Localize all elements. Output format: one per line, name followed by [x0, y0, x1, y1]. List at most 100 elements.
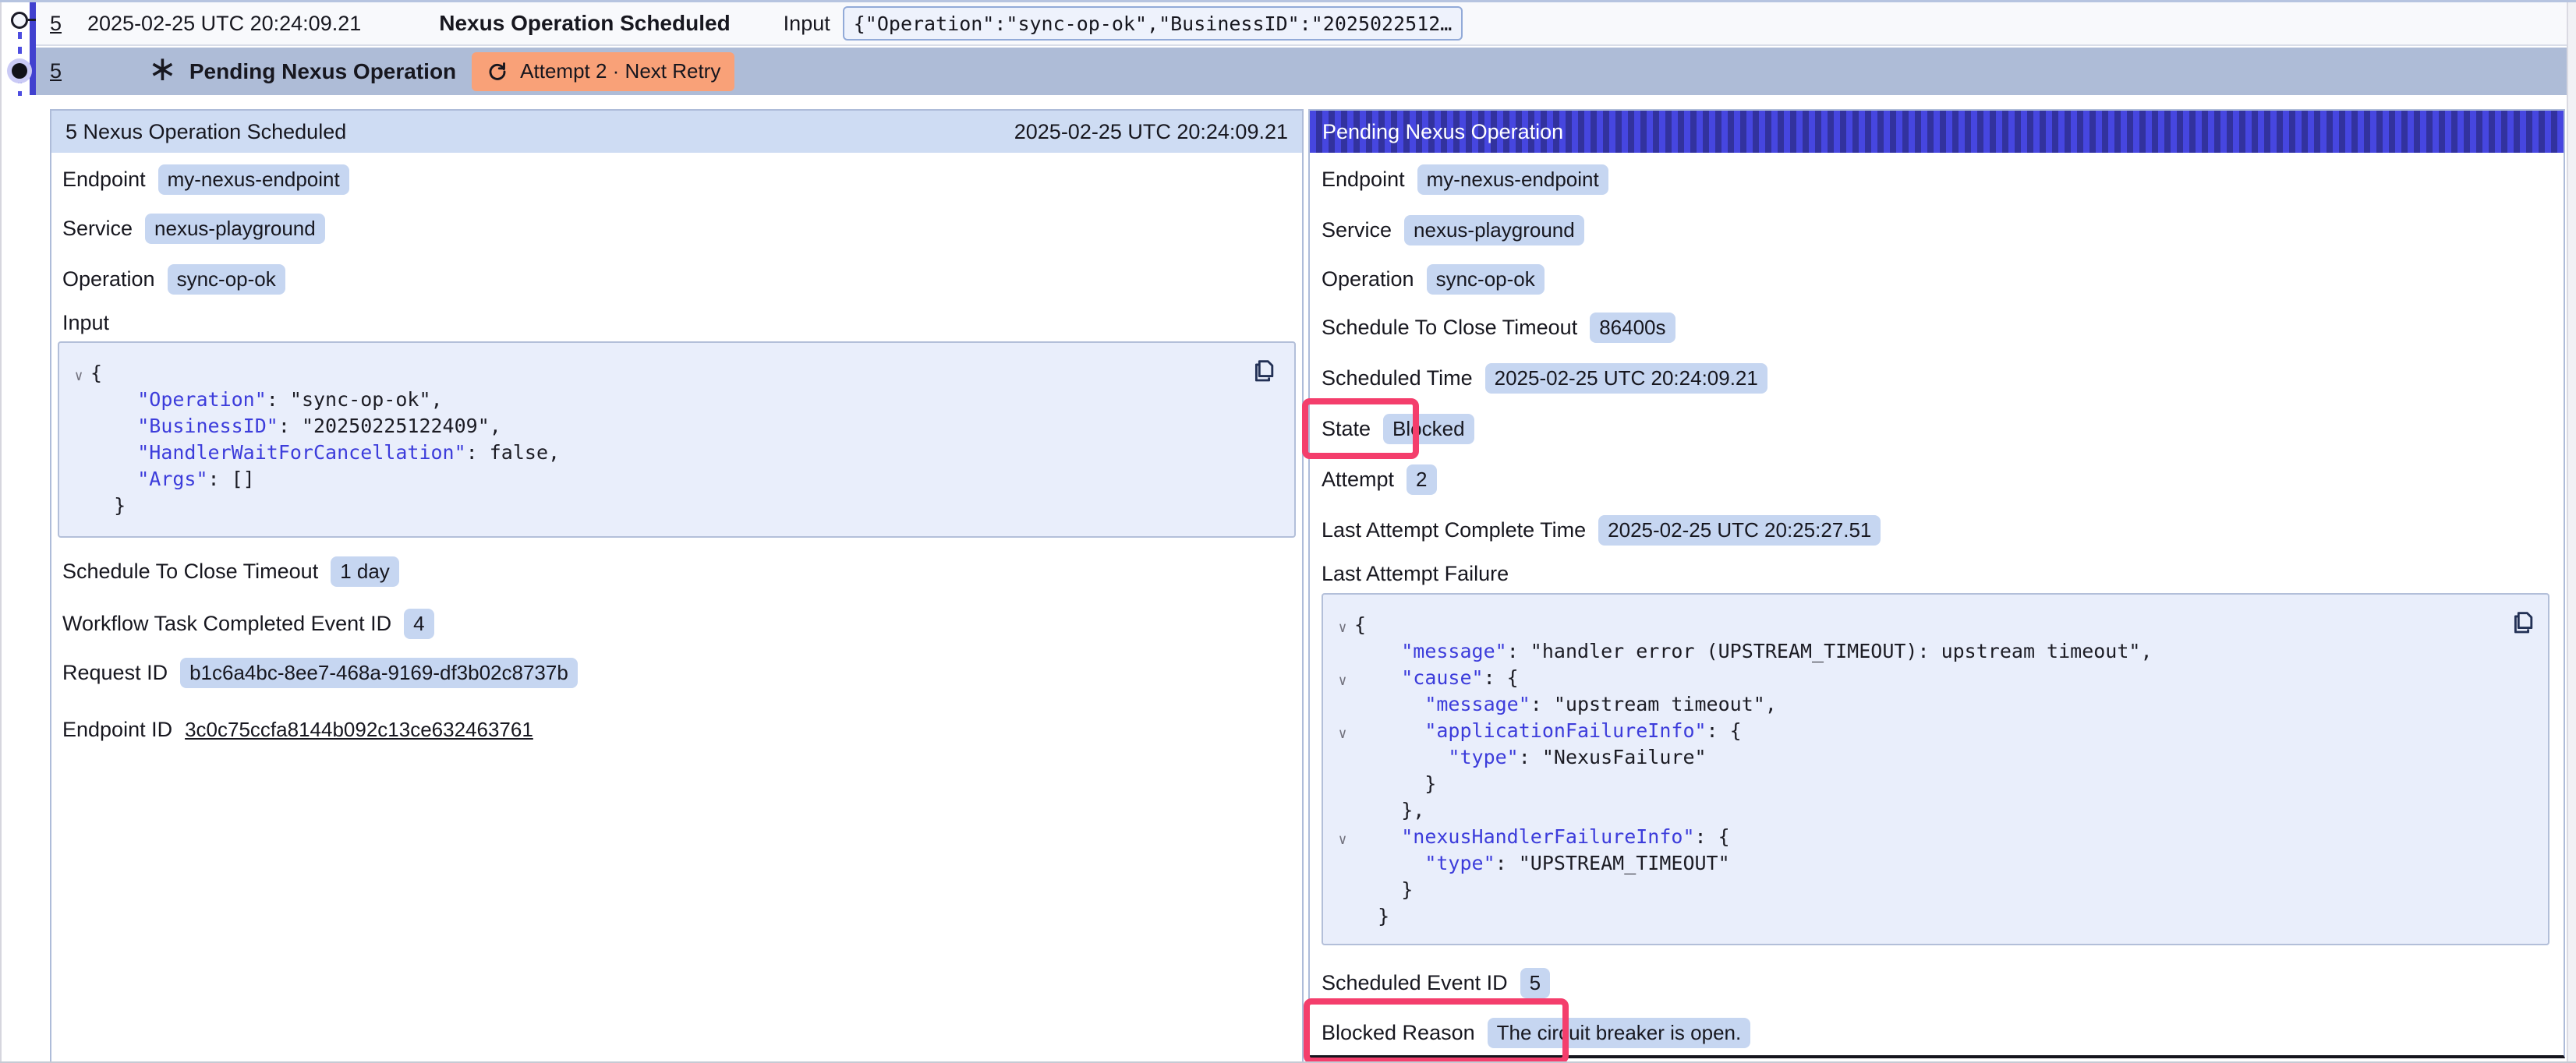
field-endpoint: Endpoint my-nexus-endpoint: [1322, 161, 1608, 197]
scrollbar-gutter[interactable]: [2567, 2, 2576, 1063]
code-text: }: [90, 493, 126, 519]
code-text: "type": "UPSTREAM_TIMEOUT": [1354, 850, 1730, 877]
pending-operation-title: Pending Nexus Operation: [1322, 120, 1563, 144]
field-endpoint: Endpoint my-nexus-endpoint: [62, 161, 349, 197]
field-label: Endpoint: [62, 168, 146, 192]
field-service: Service nexus-playground: [1322, 212, 1584, 248]
endpoint-id-link[interactable]: 3c0c75ccfa8144b092c13ce632463761: [185, 718, 533, 742]
code-line: "type": "UPSTREAM_TIMEOUT": [1331, 850, 2539, 877]
field-value-chip: 4: [404, 609, 433, 639]
field-value-chip: 5: [1520, 968, 1550, 998]
code-line: }: [1331, 903, 2539, 930]
code-gutter: [67, 443, 90, 469]
code-gutter: [67, 496, 90, 522]
code-line: "BusinessID": "20250225122409",: [67, 413, 1285, 440]
code-gutter: [67, 390, 90, 416]
field-label: Service: [1322, 218, 1392, 242]
field-label: Workflow Task Completed Event ID: [62, 612, 391, 636]
code-text: "BusinessID": "20250225122409",: [90, 413, 501, 440]
failure-json-viewer: ∨{ "message": "handler error (UPSTREAM_T…: [1322, 593, 2549, 945]
code-line: "type": "NexusFailure": [1331, 744, 2539, 771]
field-operation: Operation sync-op-ok: [62, 261, 285, 297]
event-title: Pending Nexus Operation: [189, 59, 456, 84]
event-id-link[interactable]: 5: [50, 59, 86, 83]
event-row-pending-nexus-operation[interactable]: 5 ∗ Pending Nexus Operation Attempt 2 · …: [36, 48, 2567, 95]
collapse-chevron-icon[interactable]: ∨: [1331, 827, 1354, 853]
code-gutter: [1331, 880, 1354, 906]
field-label: Schedule To Close Timeout: [62, 560, 318, 584]
code-line: "message": "upstream timeout",: [1331, 691, 2539, 718]
code-text: "applicationFailureInfo": {: [1354, 718, 1742, 744]
field-endpoint-id: Endpoint ID 3c0c75ccfa8144b092c13ce63246…: [62, 712, 533, 747]
code-text: "message": "upstream timeout",: [1354, 691, 1777, 718]
field-scheduled-time: Scheduled Time 2025-02-25 UTC 20:24:09.2…: [1322, 360, 1767, 396]
code-gutter: [67, 469, 90, 496]
retry-badge: Attempt 2 · Next Retry: [472, 52, 734, 91]
timeline-open-dot-icon: [11, 12, 28, 29]
copy-icon[interactable]: [1250, 357, 1278, 385]
field-value-chip: 2025-02-25 UTC 20:25:27.51: [1598, 515, 1881, 546]
selected-events-bar: [30, 2, 36, 95]
field-value-chip: 2025-02-25 UTC 20:24:09.21: [1485, 363, 1767, 394]
event-id-link[interactable]: 5: [50, 12, 86, 36]
code-text: "nexusHandlerFailureInfo": {: [1354, 824, 1730, 850]
event-row-nexus-operation-scheduled[interactable]: 5 2025-02-25 UTC 20:24:09.21 Nexus Opera…: [36, 2, 2567, 46]
field-last-attempt-complete-time: Last Attempt Complete Time 2025-02-25 UT…: [1322, 512, 1881, 548]
event-detail-header: 5 Nexus Operation Scheduled 2025-02-25 U…: [51, 111, 1302, 153]
code-text: {: [1354, 612, 1366, 638]
window-edge: [0, 2, 2, 1063]
field-schedule-to-close-timeout: Schedule To Close Timeout 1 day: [62, 553, 399, 589]
code-line: ∨ "applicationFailureInfo": {: [1331, 718, 2539, 744]
code-gutter: [1331, 800, 1354, 827]
collapse-chevron-icon[interactable]: ∨: [1331, 721, 1354, 747]
code-line: },: [1331, 797, 2539, 824]
annotation-state-highlight: [1302, 398, 1419, 459]
code-text: }: [1354, 877, 1413, 903]
input-preview-chip[interactable]: {"Operation":"sync-op-ok","BusinessID":"…: [843, 6, 1463, 41]
event-title: Nexus Operation Scheduled: [439, 11, 730, 36]
field-value-chip: 86400s: [1590, 313, 1675, 343]
code-text: "HandlerWaitForCancellation": false,: [90, 440, 560, 466]
code-text: }: [1354, 771, 1436, 797]
field-workflow-task-completed-event-id: Workflow Task Completed Event ID 4: [62, 606, 434, 641]
code-line: "Operation": "sync-op-ok",: [67, 387, 1285, 413]
field-service: Service nexus-playground: [62, 210, 325, 246]
collapse-chevron-icon[interactable]: ∨: [67, 363, 90, 390]
field-value-chip: 2: [1407, 464, 1436, 495]
code-line: ∨{: [1331, 612, 2539, 638]
field-label: Schedule To Close Timeout: [1322, 316, 1577, 340]
code-gutter: [1331, 853, 1354, 880]
code-text: "Operation": "sync-op-ok",: [90, 387, 443, 413]
code-line: ∨ "nexusHandlerFailureInfo": {: [1331, 824, 2539, 850]
pending-asterisk-icon: ∗: [148, 52, 177, 87]
collapse-chevron-icon[interactable]: ∨: [1331, 668, 1354, 694]
retry-icon: [486, 60, 509, 83]
field-value-chip: b1c6a4bc-8ee7-468a-9169-df3b02c8737b: [180, 658, 578, 688]
code-text: "cause": {: [1354, 665, 1519, 691]
annotation-blocked-reason-highlight: [1304, 998, 1569, 1063]
code-line: ∨{: [67, 360, 1285, 387]
field-request-id: Request ID b1c6a4bc-8ee7-468a-9169-df3b0…: [62, 655, 578, 690]
code-line: }: [1331, 877, 2539, 903]
code-line: "HandlerWaitForCancellation": false,: [67, 440, 1285, 466]
field-label: Last Attempt Complete Time: [1322, 518, 1586, 542]
field-label: Service: [62, 217, 133, 241]
field-label: Attempt: [1322, 468, 1394, 492]
field-value-chip: nexus-playground: [145, 214, 325, 244]
pending-operation-header: Pending Nexus Operation: [1310, 111, 2564, 153]
collapse-chevron-icon[interactable]: ∨: [1331, 615, 1354, 641]
input-json-viewer: ∨{ "Operation": "sync-op-ok", "BusinessI…: [58, 341, 1296, 538]
code-gutter: [1331, 747, 1354, 774]
input-label: Input: [784, 12, 830, 36]
copy-icon[interactable]: [2509, 609, 2537, 637]
field-label: Scheduled Event ID: [1322, 971, 1508, 995]
last-attempt-failure-label: Last Attempt Failure: [1322, 562, 1509, 586]
field-value-chip: sync-op-ok: [168, 264, 285, 295]
event-timestamp: 2025-02-25 UTC 20:24:09.21: [87, 12, 361, 36]
code-gutter: [67, 416, 90, 443]
code-text: {: [90, 360, 102, 387]
field-value-chip: my-nexus-endpoint: [1417, 164, 1608, 195]
event-detail-timestamp: 2025-02-25 UTC 20:24:09.21: [1014, 120, 1288, 144]
code-line: "Args": []: [67, 466, 1285, 493]
event-detail-title: 5 Nexus Operation Scheduled: [65, 120, 346, 144]
